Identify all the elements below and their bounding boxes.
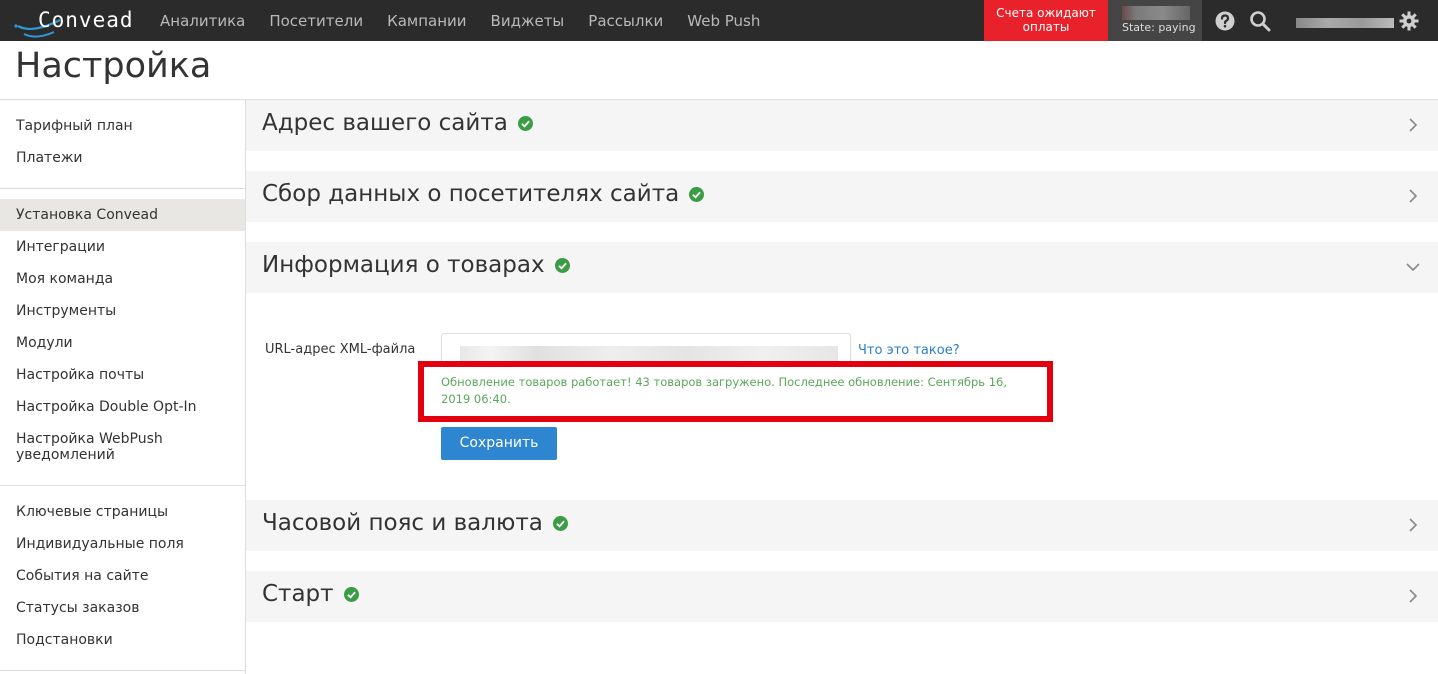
page-header: Настройка — [0, 41, 1438, 100]
sidebar-item-tariff[interactable]: Тарифный план — [0, 110, 245, 142]
section-title: Старт — [262, 581, 359, 607]
sidebar-group-billing: Тарифный план Платежи — [0, 100, 245, 189]
section-start[interactable]: Старт — [246, 571, 1438, 622]
section-product-info[interactable]: Информация о товарах — [246, 242, 1438, 293]
sidebar-item-team[interactable]: Моя команда — [0, 263, 245, 295]
section-title: Сбор данных о посетителях сайта — [262, 181, 705, 207]
section-title-text: Сбор данных о посетителях сайта — [262, 181, 680, 207]
brand-name: Convead — [38, 8, 134, 32]
section-title-text: Информация о товарах — [262, 252, 545, 278]
settings-sidebar: Тарифный план Платежи Установка Convead … — [0, 100, 246, 674]
nav-visitors[interactable]: Посетители — [269, 12, 363, 30]
xml-url-label: URL-адрес XML-файла — [265, 342, 416, 357]
check-circle-icon — [554, 257, 570, 273]
sidebar-item-site-events[interactable]: События на сайте — [0, 560, 245, 592]
chevron-right-icon — [1409, 589, 1418, 603]
section-title: Адрес вашего сайта — [262, 110, 533, 136]
top-navbar: Convead Аналитика Посетители Кампании Ви… — [0, 0, 1438, 49]
section-title: Информация о товарах — [262, 252, 570, 278]
account-name-redacted — [1122, 6, 1190, 20]
sidebar-item-payments[interactable]: Платежи — [0, 142, 245, 174]
main-nav: Аналитика Посетители Кампании Виджеты Ра… — [160, 0, 784, 41]
unpaid-invoices-alert[interactable]: Счета ожидают оплаты — [984, 0, 1108, 41]
sidebar-item-tools[interactable]: Инструменты — [0, 295, 245, 327]
section-title-text: Часовой пояс и валюта — [262, 510, 543, 536]
chevron-down-icon — [1406, 263, 1420, 272]
nav-campaigns[interactable]: Кампании — [387, 12, 466, 30]
sidebar-group-data: Ключевые страницы Индивидуальные поля Со… — [0, 486, 245, 671]
sidebar-item-email-settings[interactable]: Настройка почты — [0, 359, 245, 391]
check-circle-icon — [517, 115, 533, 131]
what-is-this-link[interactable]: Что это такое? — [858, 343, 960, 358]
section-title: Часовой пояс и валюта — [262, 510, 568, 536]
nav-mailings[interactable]: Рассылки — [588, 12, 663, 30]
sidebar-item-substitutions[interactable]: Подстановки — [0, 624, 245, 656]
sidebar-item-key-pages[interactable]: Ключевые страницы — [0, 496, 245, 528]
chevron-right-icon — [1409, 118, 1418, 132]
check-circle-icon — [552, 515, 568, 531]
chevron-right-icon — [1409, 518, 1418, 532]
account-state-label: State: paying — [1122, 21, 1196, 34]
sidebar-item-modules[interactable]: Модули — [0, 327, 245, 359]
nav-web-push[interactable]: Web Push — [687, 12, 760, 30]
nav-analytics[interactable]: Аналитика — [160, 12, 245, 30]
sidebar-group-setup: Установка Convead Интеграции Моя команда… — [0, 189, 245, 486]
help-icon[interactable] — [1214, 10, 1236, 32]
section-title-text: Адрес вашего сайта — [262, 110, 508, 136]
sidebar-item-custom-fields[interactable]: Индивидуальные поля — [0, 528, 245, 560]
chevron-right-icon — [1409, 189, 1418, 203]
sidebar-item-order-statuses[interactable]: Статусы заказов — [0, 592, 245, 624]
gear-icon[interactable] — [1398, 10, 1420, 32]
section-visitor-data[interactable]: Сбор данных о посетителях сайта — [246, 171, 1438, 222]
nav-widgets[interactable]: Виджеты — [491, 12, 565, 30]
section-timezone-currency[interactable]: Часовой пояс и валюта — [246, 500, 1438, 551]
sidebar-item-install[interactable]: Установка Convead — [0, 199, 245, 231]
product-sync-status: Обновление товаров работает! 43 товаров … — [441, 375, 1007, 406]
user-menu-redacted[interactable] — [1296, 18, 1394, 28]
check-circle-icon — [689, 186, 705, 202]
check-circle-icon — [343, 586, 359, 602]
search-icon[interactable] — [1249, 10, 1271, 32]
section-title-text: Старт — [262, 581, 334, 607]
account-state[interactable]: State: paying — [1108, 0, 1202, 41]
page-title: Настройка — [15, 46, 212, 86]
sidebar-item-integrations[interactable]: Интеграции — [0, 231, 245, 263]
convead-logo[interactable]: Convead — [14, 4, 144, 49]
save-button[interactable]: Сохранить — [441, 427, 557, 460]
section-site-address[interactable]: Адрес вашего сайта — [246, 100, 1438, 151]
sidebar-item-webpush[interactable]: Настройка WebPush уведомлений — [0, 423, 245, 471]
sidebar-item-double-opt-in[interactable]: Настройка Double Opt-In — [0, 391, 245, 423]
